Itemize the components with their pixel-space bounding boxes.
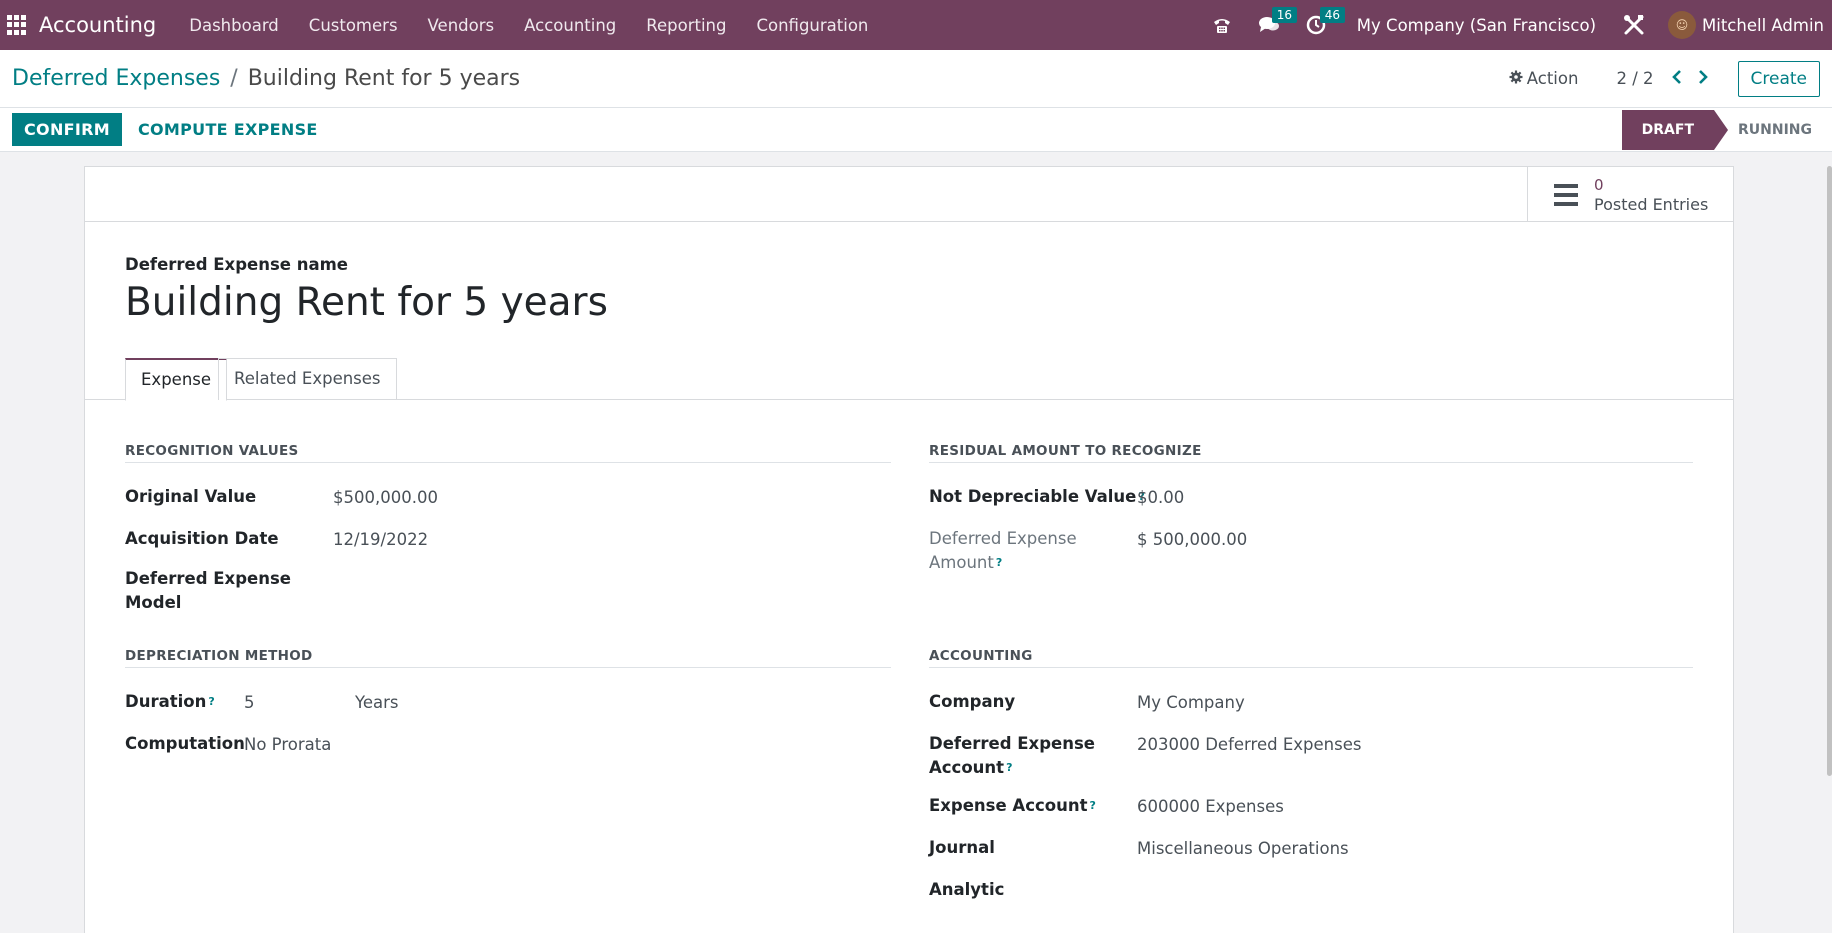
group-depreciation-method: DEPRECIATION METHOD	[125, 648, 891, 668]
computation-select[interactable]: No Prorata	[244, 733, 331, 757]
model-label-line1: Deferred Expense	[125, 569, 291, 588]
posted-entries-label: Posted Entries	[1594, 194, 1709, 214]
menu-dashboard[interactable]: Dashboard	[189, 16, 279, 35]
group-title: RECOGNITION VALUES	[125, 443, 891, 463]
help-icon[interactable]: ?	[1006, 761, 1012, 774]
analytic-label: Analytic	[929, 880, 1005, 899]
help-icon[interactable]: ?	[1089, 799, 1095, 812]
user-avatar[interactable]: ☺	[1668, 11, 1697, 39]
expense-account-label: Expense Account?	[929, 794, 1096, 818]
activities-badge: 46	[1319, 7, 1346, 23]
breadcrumb-current: Building Rent for 5 years	[247, 66, 521, 91]
expense-account-label-text: Expense Account	[929, 796, 1088, 815]
messages-badge: 16	[1271, 7, 1298, 23]
stage-draft[interactable]: DRAFT	[1621, 109, 1729, 150]
confirm-button[interactable]: CONFIRM	[12, 113, 122, 146]
not-depreciable-label: Not Depreciable Value?	[929, 485, 1145, 509]
deferred-account-field[interactable]: 203000 Deferred Expenses	[1137, 733, 1361, 757]
apps-grid-icon[interactable]	[7, 15, 27, 35]
phone-icon[interactable]	[1212, 15, 1232, 35]
deferred-account-label-text: Account	[929, 758, 1005, 777]
menu-configuration[interactable]: Configuration	[756, 16, 868, 35]
list-bars-icon	[1554, 183, 1578, 206]
help-icon[interactable]: ?	[996, 556, 1002, 569]
original-value-label: Original Value	[125, 487, 257, 506]
journal-label: Journal	[929, 838, 995, 857]
help-icon[interactable]: ?	[208, 695, 214, 708]
expense-account-field[interactable]: 600000 Expenses	[1137, 795, 1284, 819]
group-recognition-values: RECOGNITION VALUES	[125, 443, 891, 463]
pager-previous-icon[interactable]	[1671, 68, 1682, 89]
debug-tools-icon[interactable]	[1623, 14, 1645, 36]
group-residual-amount: RESIDUAL AMOUNT TO RECOGNIZE	[929, 443, 1693, 463]
app-name[interactable]: Accounting	[39, 13, 156, 37]
not-depreciable-field[interactable]: $0.00	[1137, 486, 1184, 510]
tab-related-expenses[interactable]: Related Expenses	[218, 358, 397, 400]
original-value-field[interactable]: $500,000.00	[333, 486, 438, 510]
create-button[interactable]: Create	[1737, 60, 1820, 97]
pager-next-icon[interactable]	[1698, 68, 1708, 89]
stage-running[interactable]: RUNNING	[1738, 122, 1812, 138]
form-sheet: 0 Posted Entries Deferred Expense name B…	[84, 166, 1734, 933]
form-statusbar: CONFIRM COMPUTE EXPENSE DRAFT RUNNING	[0, 108, 1832, 152]
pager-value[interactable]: 2 / 2	[1616, 69, 1653, 88]
breadcrumb-separator: /	[230, 66, 238, 91]
company-label: Company	[929, 692, 1016, 711]
activity-clock-icon[interactable]: 46	[1306, 7, 1346, 35]
deferred-amount-label-text: Amount	[929, 553, 994, 572]
duration-label-text: Duration	[125, 692, 207, 711]
messages-icon[interactable]: 16	[1258, 7, 1298, 35]
stage-pipeline: DRAFT RUNNING	[1621, 108, 1812, 152]
menu-reporting[interactable]: Reporting	[646, 16, 726, 35]
duration-unit-select[interactable]: Years	[355, 691, 399, 715]
journal-field[interactable]: Miscellaneous Operations	[1137, 837, 1349, 861]
deferred-account-label-line1: Deferred Expense	[929, 734, 1095, 753]
not-depreciable-label-text: Not Depreciable Value	[929, 487, 1137, 506]
breadcrumb-parent[interactable]: Deferred Expenses	[12, 66, 220, 91]
control-panel: Deferred Expenses / Building Rent for 5 …	[0, 50, 1832, 108]
group-accounting: ACCOUNTING	[929, 648, 1693, 668]
menu-accounting[interactable]: Accounting	[524, 16, 616, 35]
gear-icon	[1509, 69, 1523, 88]
computation-label: Computation	[125, 734, 245, 753]
company-switcher[interactable]: My Company (San Francisco)	[1357, 16, 1596, 35]
group-title: DEPRECIATION METHOD	[125, 648, 891, 668]
name-label: Deferred Expense name	[125, 255, 348, 274]
deferred-account-label-line2: Account?	[929, 756, 1012, 780]
record-name[interactable]: Building Rent for 5 years	[125, 280, 608, 325]
acquisition-date-label: Acquisition Date	[125, 529, 279, 548]
deferred-amount-field: $ 500,000.00	[1137, 530, 1248, 549]
page-scrollbar[interactable]	[1827, 166, 1832, 776]
action-menu-button[interactable]: Action	[1509, 69, 1579, 88]
model-label-line2: Model	[125, 593, 182, 612]
tab-expense[interactable]: Expense	[125, 358, 228, 401]
duration-number-field[interactable]: 5	[244, 691, 255, 715]
smart-button-box: 0 Posted Entries	[85, 167, 1733, 222]
deferred-amount-label-line2: Amount?	[929, 551, 1002, 575]
acquisition-date-field[interactable]: 12/19/2022	[333, 528, 428, 552]
menu-vendors[interactable]: Vendors	[428, 16, 495, 35]
top-navbar: Accounting Dashboard Customers Vendors A…	[0, 0, 1832, 50]
group-title: ACCOUNTING	[929, 648, 1693, 668]
action-label: Action	[1526, 69, 1579, 88]
analytic-field[interactable]	[1137, 879, 1437, 903]
menu-customers[interactable]: Customers	[309, 16, 398, 35]
posted-entries-count: 0	[1594, 175, 1604, 194]
breadcrumb: Deferred Expenses / Building Rent for 5 …	[12, 66, 520, 91]
deferred-amount-label-line1: Deferred Expense	[929, 529, 1077, 548]
deferred-expense-model-field[interactable]	[333, 568, 633, 592]
group-title: RESIDUAL AMOUNT TO RECOGNIZE	[929, 443, 1693, 463]
compute-expense-button[interactable]: COMPUTE EXPENSE	[138, 120, 318, 139]
user-menu[interactable]: Mitchell Admin	[1702, 16, 1824, 35]
posted-entries-button[interactable]: 0 Posted Entries	[1527, 167, 1733, 222]
duration-label: Duration?	[125, 690, 215, 714]
notebook-tabs: Expense Related Expenses	[85, 358, 1733, 401]
company-field[interactable]: My Company	[1137, 691, 1245, 715]
